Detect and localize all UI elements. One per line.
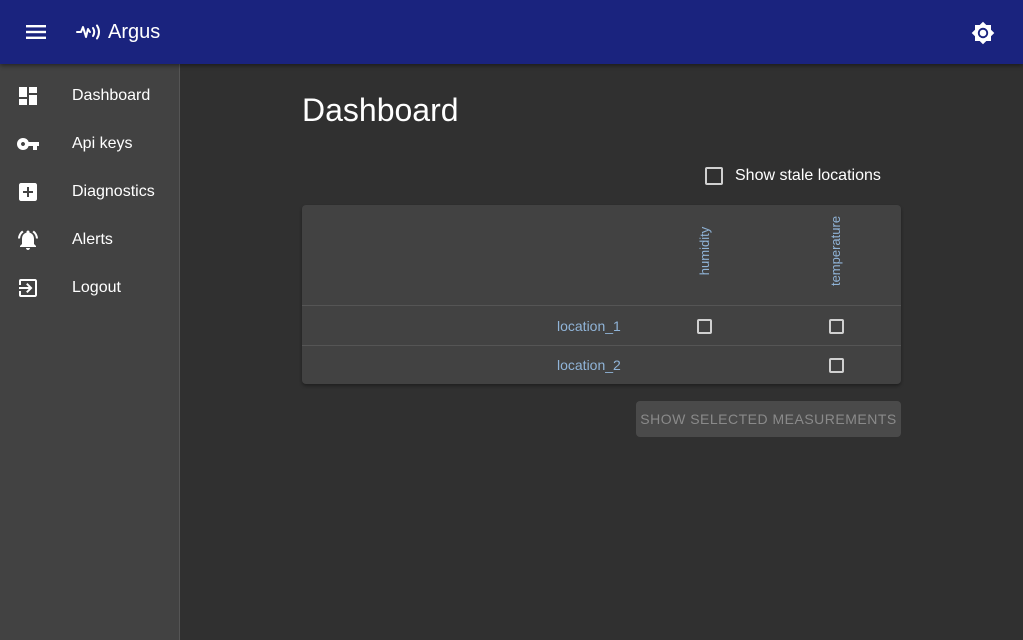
dashboard-icon (16, 84, 40, 108)
sidebar-item-label: Logout (72, 279, 121, 296)
column-header-temperature: temperature (828, 215, 843, 287)
app-title: Argus (108, 21, 161, 43)
sidebar-item-diagnostics[interactable]: Diagnostics (0, 168, 179, 216)
location-1-humidity-checkbox[interactable] (697, 319, 712, 334)
sidebar-item-logout[interactable]: Logout (0, 264, 179, 312)
stale-locations-checkbox[interactable] (705, 167, 723, 185)
show-stale-locations-toggle[interactable]: Show stale locations (702, 164, 902, 188)
sidebar-item-label: Diagnostics (72, 183, 155, 200)
sidebar-item-label: Dashboard (72, 87, 151, 104)
divider (302, 345, 901, 346)
hamburger-menu-icon[interactable] (20, 20, 52, 44)
sidebar-item-alerts[interactable]: Alerts (0, 216, 179, 264)
stale-locations-label: Show stale locations (735, 167, 881, 184)
key-icon (16, 132, 40, 156)
page-title: Dashboard (302, 92, 459, 128)
show-selected-measurements-button[interactable]: SHOW SELECTED MEASUREMENTS (636, 401, 901, 437)
location-link[interactable]: location_1 (557, 317, 621, 335)
medical-plus-icon (16, 180, 40, 204)
sidebar-item-api-keys[interactable]: Api keys (0, 120, 179, 168)
app-bar: Argus (0, 0, 1023, 64)
sensor-wave-icon (76, 20, 102, 44)
location-2-temperature-checkbox[interactable] (829, 358, 844, 373)
brightness-icon[interactable] (968, 18, 998, 48)
sidebar-item-dashboard[interactable]: Dashboard (0, 72, 179, 120)
bell-alert-icon (16, 228, 40, 252)
logout-icon (16, 276, 40, 300)
location-link[interactable]: location_2 (557, 356, 621, 374)
sidebar-item-label: Api keys (72, 135, 133, 152)
measurements-table: humidity temperature location_1 location… (302, 205, 901, 384)
divider (302, 305, 901, 306)
sidebar-item-label: Alerts (72, 231, 113, 248)
column-header-humidity: humidity (697, 226, 712, 276)
location-1-temperature-checkbox[interactable] (829, 319, 844, 334)
sidebar: Dashboard Api keys Diagnostics Alerts Lo… (0, 64, 180, 640)
